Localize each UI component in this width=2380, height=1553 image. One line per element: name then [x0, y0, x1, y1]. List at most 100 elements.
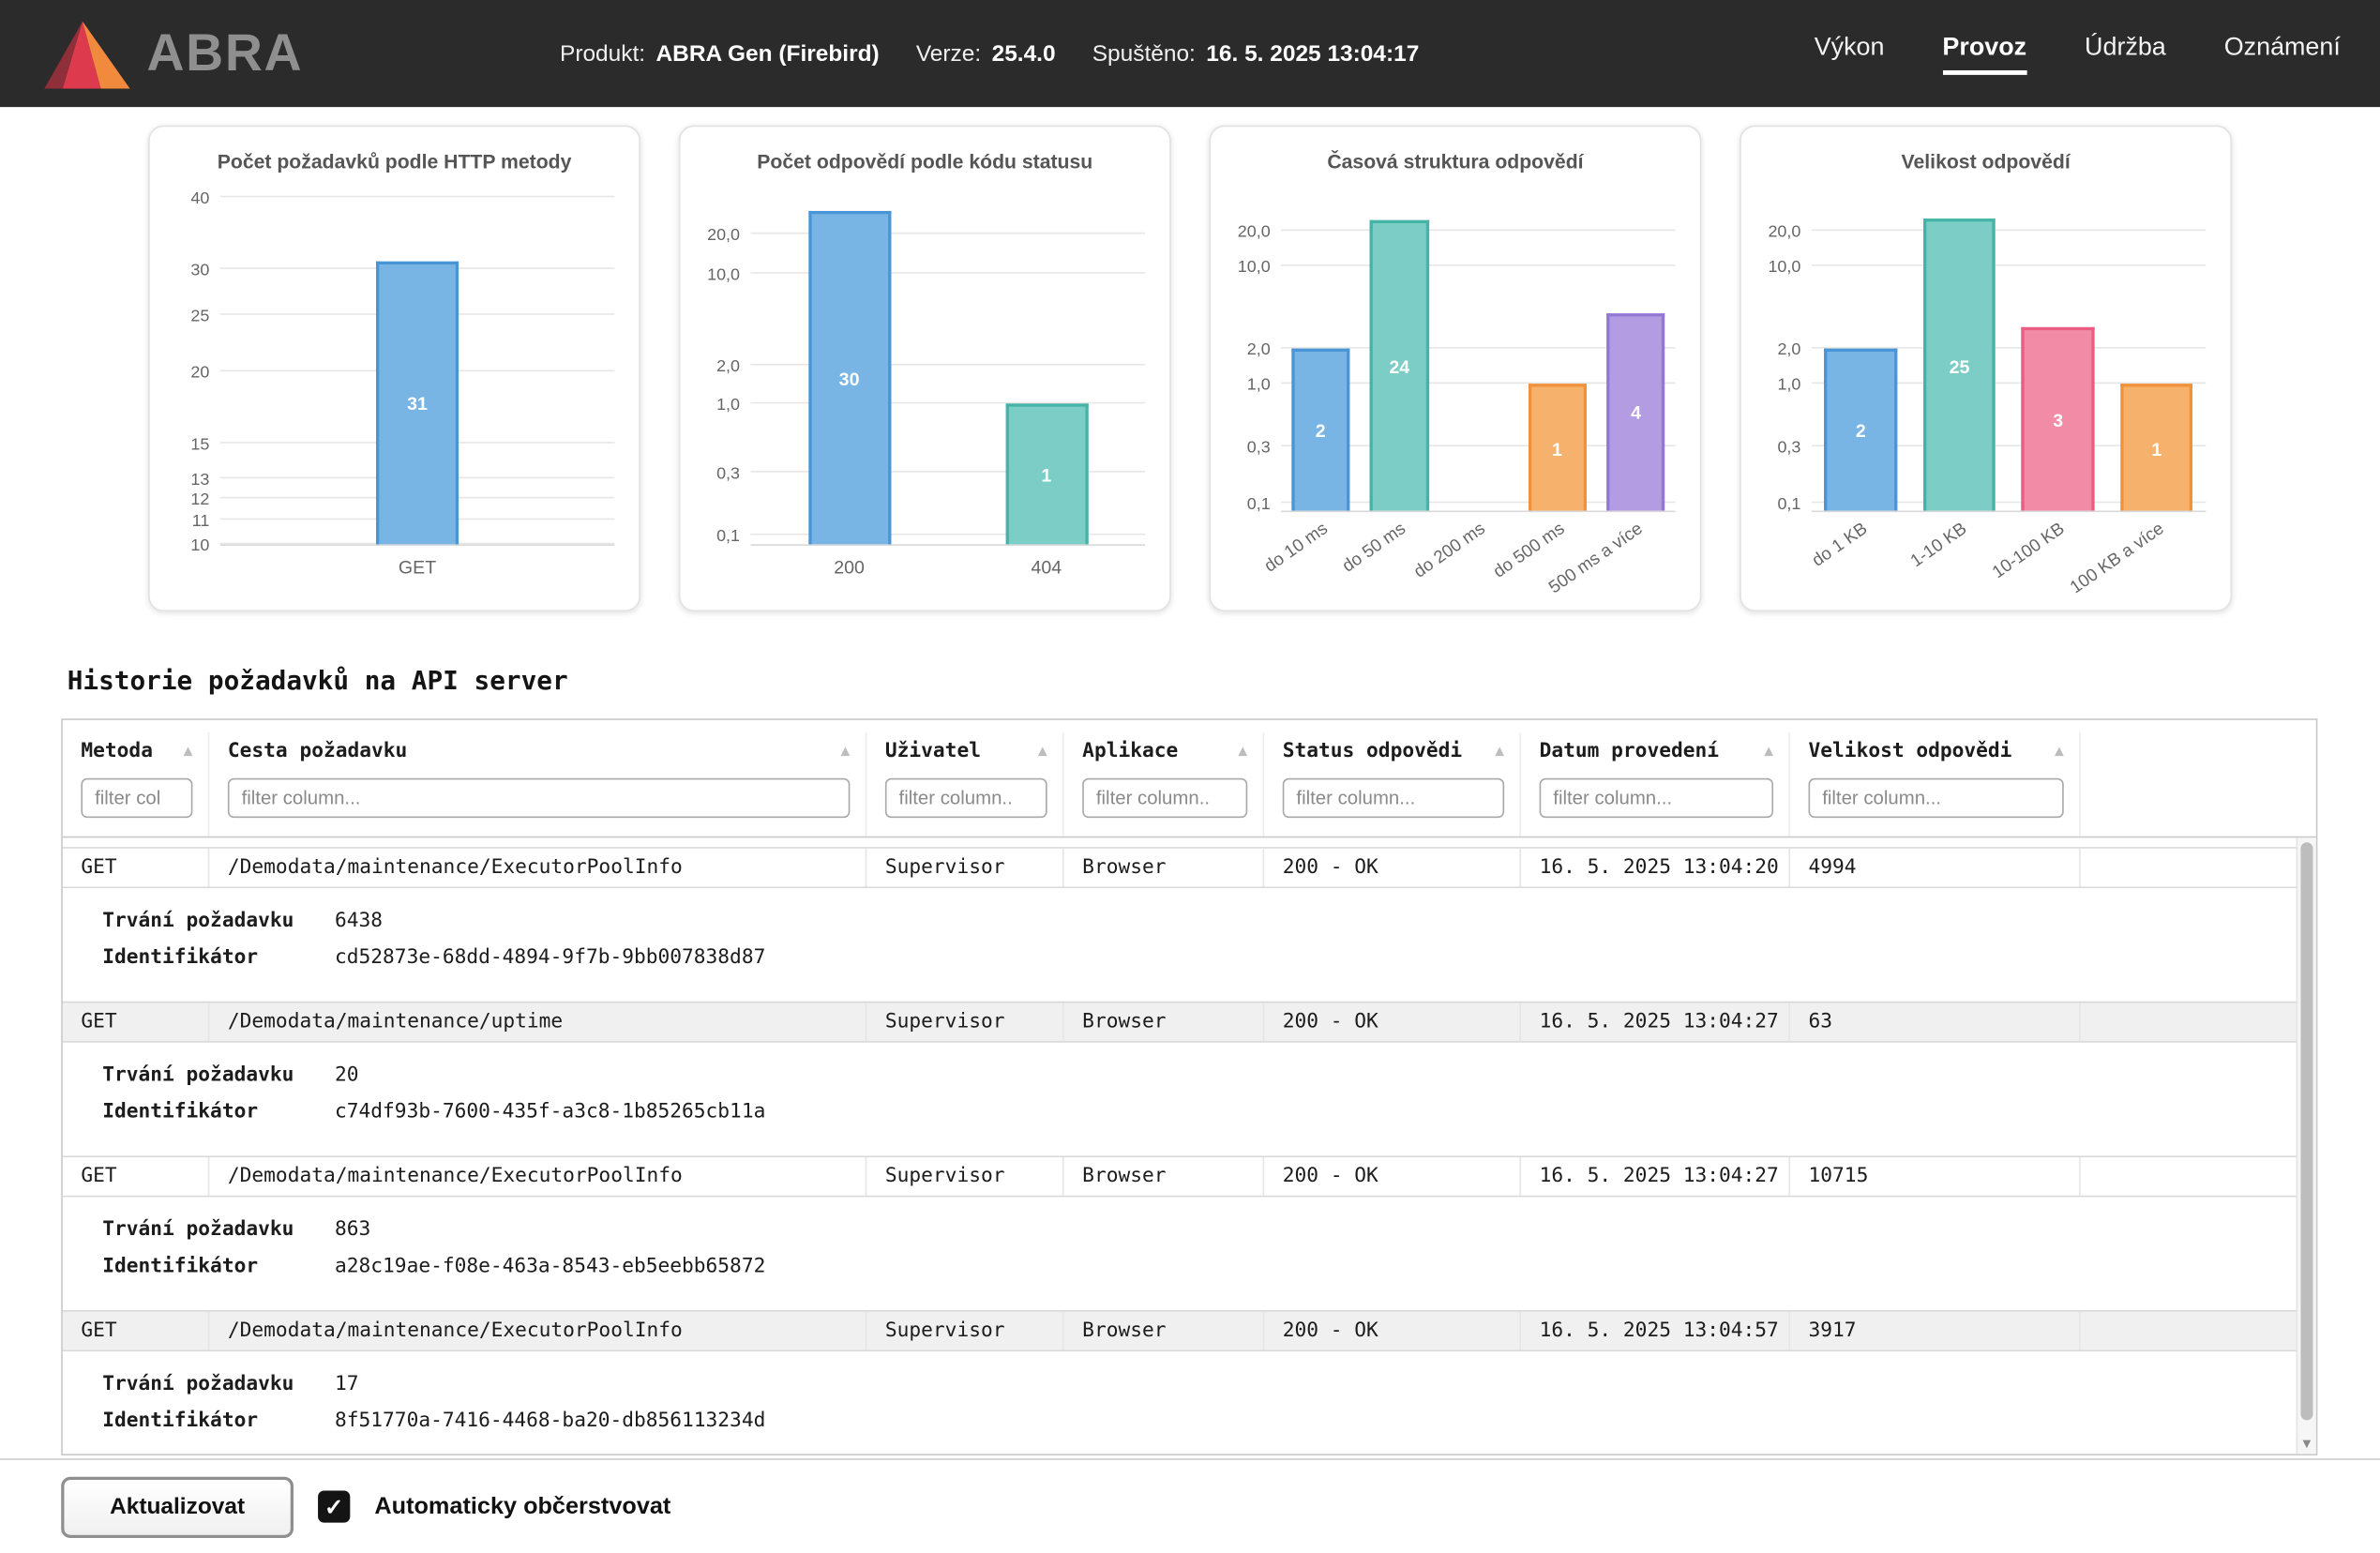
x-axis-category-label: 10-100 KB: [1990, 520, 2069, 582]
y-axis-tick-label: 1,0: [716, 397, 740, 415]
detail-duration-value: 20: [335, 1058, 359, 1094]
column-header-aplikace[interactable]: Aplikace▲: [1064, 732, 1265, 837]
filter-input-uzivatel[interactable]: [885, 778, 1047, 818]
bar-do 500 ms: 1: [1528, 384, 1586, 511]
y-axis-tick-label: 40: [190, 189, 209, 208]
cell-status: 200 - OK: [1264, 1157, 1521, 1196]
cell-metoda: GET: [63, 1003, 209, 1041]
table-row[interactable]: GET/Demodata/maintenance/ExecutorPoolInf…: [63, 847, 2316, 888]
column-header-velikost[interactable]: Velikost odpovědi▲: [1790, 732, 2081, 837]
x-axis-category-label: do 10 ms: [1261, 520, 1331, 576]
nav-item-udrzba[interactable]: Údržba: [2085, 33, 2166, 74]
sort-icon: ▲: [1038, 742, 1047, 759]
nav-item-vykon[interactable]: Výkon: [1815, 33, 1885, 74]
filter-input-status[interactable]: [1283, 778, 1504, 818]
detail-duration-line: Trvání požadavku17: [102, 1366, 2316, 1403]
filter-input-datum[interactable]: [1540, 778, 1773, 818]
cell-status: 200 - OK: [1264, 1003, 1521, 1041]
filter-input-aplikace[interactable]: [1082, 778, 1247, 818]
cell-cesta: /Demodata/maintenance/uptime: [209, 1003, 866, 1041]
y-axis-tick-label: 10: [190, 536, 209, 555]
cell-uzivatel: Supervisor: [866, 1312, 1063, 1350]
column-header-metoda[interactable]: Metoda▲: [63, 732, 209, 837]
sort-icon: ▲: [841, 742, 851, 759]
detail-identifier-value: c74df93b-7600-435f-a3c8-1b85265cb11a: [335, 1094, 765, 1131]
table-row[interactable]: GET/Demodata/maintenance/ExecutorPoolInf…: [63, 1155, 2316, 1197]
auto-refresh-label[interactable]: Automaticky občerstvovat: [374, 1493, 670, 1520]
cell-metoda: GET: [63, 1157, 209, 1196]
detail-duration-value: 17: [335, 1366, 359, 1403]
bar-value-label: 2: [1316, 420, 1326, 442]
auto-refresh-checkbox[interactable]: ✓: [318, 1490, 350, 1522]
bar-1-10 KB: 25: [1923, 219, 1996, 510]
detail-duration-label: Trvání požadavku: [102, 1366, 335, 1403]
scrollbar-thumb[interactable]: [2300, 842, 2312, 1420]
column-header-uzivatel[interactable]: Uživatel▲: [866, 732, 1063, 837]
detail-duration-label: Trvání požadavku: [102, 1213, 335, 1249]
bar-100 KB a více: 1: [2120, 384, 2193, 511]
x-axis-category-label: do 50 ms: [1340, 520, 1409, 576]
detail-duration-line: Trvání požadavku20: [102, 1058, 2316, 1094]
refresh-button[interactable]: Aktualizovat: [61, 1476, 294, 1537]
chart-title: Počet požadavků podle HTTP metody: [150, 150, 640, 173]
column-header-cesta[interactable]: Cesta požadavku ▲: [209, 732, 866, 837]
column-header-top: Aplikace▲: [1082, 732, 1247, 769]
detail-duration-value: 6438: [335, 903, 383, 940]
column-label: Status odpovědi: [1283, 739, 1462, 761]
chart-card-response-times: Časová struktura odpovědí 20,010,02,01,0…: [1209, 126, 1701, 611]
nav-item-oznameni[interactable]: Oznámení: [2224, 33, 2341, 74]
cell-velikost: 10715: [1790, 1157, 2081, 1196]
footer-bar: Aktualizovat ✓ Automaticky občerstvovat: [0, 1458, 2380, 1553]
top-bar: ABRA Produkt: ABRA Gen (Firebird) Verze:…: [0, 0, 2380, 107]
nav-item-provoz[interactable]: Provoz: [1942, 33, 2026, 74]
detail-identifier-value: 8f51770a-7416-4468-ba20-db856113234d: [335, 1404, 765, 1440]
cell-filler: [2081, 1003, 2316, 1041]
cell-datum: 16. 5. 2025 13:04:27: [1521, 1157, 1790, 1196]
y-axis-tick-label: 20,0: [707, 226, 740, 245]
column-header-status[interactable]: Status odpovědi▲: [1264, 732, 1521, 837]
y-axis-tick-label: 20,0: [1768, 222, 1800, 241]
row-detail: Trvání požadavku863Identifikátora28c19ae…: [63, 1197, 2316, 1310]
x-axis-category-label: do 500 ms: [1490, 520, 1568, 581]
y-axis-tick-label: 1,0: [1777, 376, 1800, 395]
column-header-top: Uživatel▲: [885, 732, 1047, 769]
product-label: Produkt:: [560, 40, 645, 67]
table-scrollbar[interactable]: ▼: [2297, 837, 2316, 1454]
bar-10-100 KB: 3: [2022, 327, 2095, 510]
detail-duration-line: Trvání požadavku863: [102, 1213, 2316, 1249]
scroll-down-button[interactable]: ▼: [2297, 1436, 2316, 1451]
bar-value-label: 31: [407, 394, 428, 415]
product-info: Produkt: ABRA Gen (Firebird): [560, 40, 880, 67]
filter-input-metoda[interactable]: [81, 778, 192, 818]
bar-value-label: 3: [2053, 410, 2063, 431]
detail-identifier-label: Identifikátor: [102, 1404, 335, 1440]
chart-card-http-methods: Počet požadavků podle HTTP metody 403025…: [148, 126, 640, 611]
column-label: Cesta požadavku: [228, 739, 407, 761]
bar-value-label: 1: [1552, 438, 1562, 460]
gridline: [1812, 229, 2207, 231]
column-label: Datum provedení: [1540, 739, 1719, 761]
column-header-filler: [2081, 732, 2316, 837]
filter-input-velikost[interactable]: [1809, 778, 2064, 818]
cell-cesta: /Demodata/maintenance/ExecutorPoolInfo: [209, 1157, 866, 1196]
y-axis-tick-label: 2,0: [1777, 340, 1800, 359]
table-body: GET/Demodata/maintenance/ExecutorPoolInf…: [63, 837, 2316, 1444]
y-axis-tick-label: 0,1: [1247, 494, 1271, 513]
detail-identifier-label: Identifikátor: [102, 1094, 335, 1131]
x-axis-category-label: 200: [834, 556, 865, 578]
table-row[interactable]: GET/Demodata/maintenance/ExecutorPoolInf…: [63, 1310, 2316, 1351]
y-axis-tick-label: 2,0: [716, 357, 740, 376]
y-axis-tick-label: 10,0: [1238, 258, 1271, 277]
y-axis-tick-label: 20,0: [1238, 222, 1271, 241]
version-info: Verze: 25.4.0: [916, 40, 1056, 67]
cell-uzivatel: Supervisor: [866, 849, 1063, 887]
product-value: ABRA Gen (Firebird): [656, 40, 880, 67]
x-axis-category-label: 1-10 KB: [1907, 520, 1970, 571]
sort-icon: ▲: [1764, 742, 1773, 759]
sort-icon: ▲: [184, 742, 193, 759]
started-info: Spuštěno: 16. 5. 2025 13:04:17: [1092, 40, 1420, 67]
filter-input-cesta[interactable]: [228, 778, 850, 818]
table-row[interactable]: GET/Demodata/maintenance/uptimeSuperviso…: [63, 1002, 2316, 1043]
charts-row: Počet požadavků podle HTTP metody 403025…: [0, 107, 2380, 611]
column-header-datum[interactable]: Datum provedení ▲: [1521, 732, 1790, 837]
